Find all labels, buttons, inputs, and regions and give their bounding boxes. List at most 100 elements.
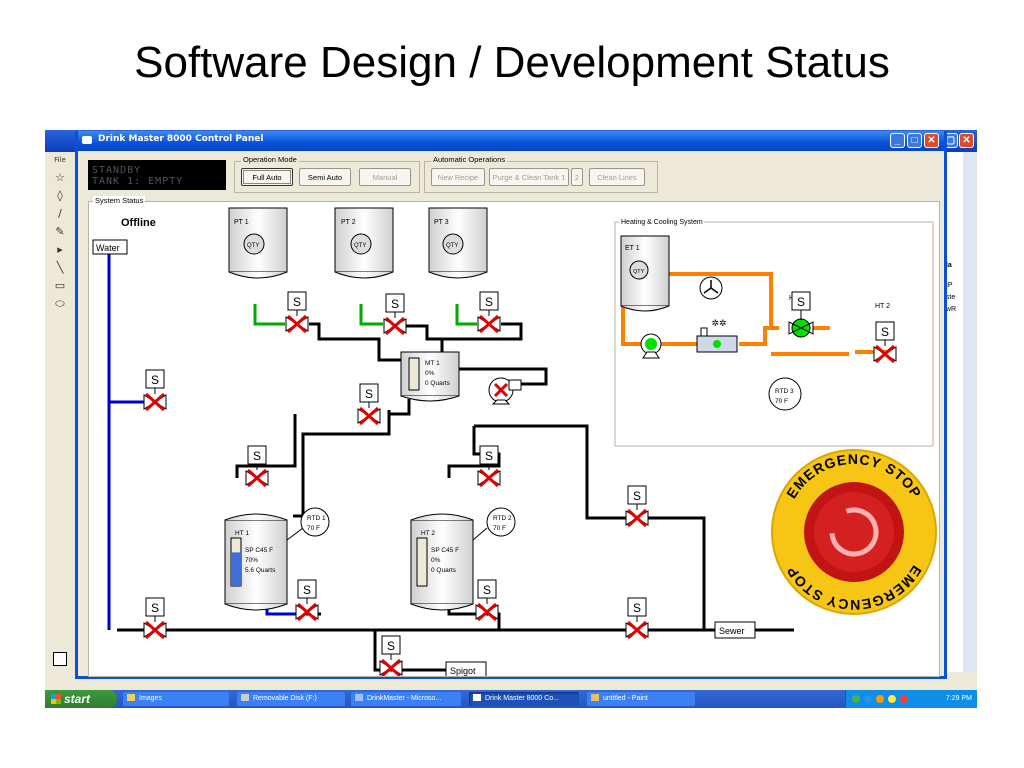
rtd1-sensor: RTD 1 70 F: [286, 507, 330, 541]
eyedropper-icon[interactable]: /: [53, 208, 67, 220]
mt1-quarts: 0 Quarts: [425, 380, 451, 387]
tank-pt3: PT 3 QTY: [428, 207, 488, 279]
rectangle-icon[interactable]: ▭: [53, 280, 67, 292]
clean-lines-button[interactable]: Clean Lines: [589, 168, 645, 186]
system-status-panel: System Status Heating & Cooling System P…: [88, 196, 940, 677]
ellipse-icon[interactable]: ⬭: [53, 298, 67, 310]
valve-s-label: S: [303, 583, 311, 597]
et1-qty: QTY: [633, 269, 645, 275]
rtd2-name: RTD 2: [493, 515, 512, 522]
emergency-stop-button[interactable]: EMERGENCY STOP EMERGENCY STOP: [771, 449, 937, 615]
sewer-label: Sewer: [719, 626, 745, 636]
paint-icon: [591, 694, 599, 701]
display-line-2: TANK 1: EMPTY: [92, 176, 184, 187]
bluetooth-icon[interactable]: [864, 695, 872, 703]
pipe-sewer-right: [647, 516, 706, 630]
task-drink-master-control[interactable]: Drink Master 8000 Co...: [469, 692, 579, 706]
valve-ht2-out[interactable]: S: [475, 579, 499, 622]
rtd1-temp: 70 F: [307, 525, 320, 532]
task-removable-disk[interactable]: Removable Disk (F:): [237, 692, 345, 706]
valve-mt1-in[interactable]: S: [357, 383, 381, 426]
window-icon: [473, 694, 481, 701]
valve-s-label: S: [293, 295, 301, 309]
display-line-1: STANDBY: [92, 165, 142, 176]
valve-s-label: S: [253, 449, 261, 463]
paint-scrollbar[interactable]: [963, 152, 977, 672]
security-icon[interactable]: [876, 695, 884, 703]
task-drinkmaster-vs[interactable]: DrinkMaster - Microso...: [351, 692, 461, 706]
mt1-pump: [488, 377, 522, 405]
maximize-button[interactable]: □: [907, 133, 922, 148]
line-icon[interactable]: ╲: [53, 262, 67, 274]
paint-file-menu[interactable]: File: [53, 154, 67, 166]
slide-title: Software Design / Development Status: [134, 38, 890, 87]
close-button[interactable]: ✕: [924, 133, 939, 148]
operation-mode-group: Operation Mode Full Auto Semi Auto Manua…: [234, 155, 420, 193]
ht1-quarts: 5.6 Quarts: [245, 567, 276, 574]
valve-pt1[interactable]: S: [285, 291, 309, 334]
valve-pt2[interactable]: S: [383, 293, 407, 336]
color-swatch-icon[interactable]: [53, 652, 67, 666]
alert-icon[interactable]: [900, 695, 908, 703]
feed-pt2: [359, 304, 383, 326]
eraser-icon[interactable]: ◊: [53, 190, 67, 202]
rtd2-temp: 70 F: [493, 525, 506, 532]
ht2-name: HT 2: [421, 530, 435, 537]
purge-clean-tank2-button[interactable]: 2: [571, 168, 583, 186]
water-inlet: Water: [92, 239, 128, 255]
purge-clean-tank1-button[interactable]: Purge & Clean Tank 1: [489, 168, 569, 186]
pt3-label: PT 3: [434, 219, 449, 226]
pt2-qty: QTY: [354, 243, 366, 249]
valve-spigot[interactable]: S: [379, 635, 403, 676]
minimize-button[interactable]: _: [890, 133, 905, 148]
automatic-operations-group: Automatic Operations New Recipe Purge & …: [424, 155, 658, 193]
ht1-level: 70%: [245, 557, 258, 564]
ht2-gauge: [416, 537, 428, 587]
valve-sewer-upper[interactable]: S: [625, 485, 649, 528]
app-icon: [355, 694, 363, 701]
start-label: start: [64, 692, 91, 706]
start-button[interactable]: start: [45, 690, 117, 708]
task-removable-disk-label: Removable Disk (F:): [253, 695, 317, 702]
volume-icon[interactable]: [888, 695, 896, 703]
task-drink-master-control-label: Drink Master 8000 Co...: [485, 695, 559, 702]
valve-bottom-right[interactable]: S: [625, 597, 649, 640]
task-paint[interactable]: untitled - Paint: [587, 692, 695, 706]
rtd3-name: RTD 3: [775, 388, 794, 395]
ht1-level-fill: [231, 552, 241, 586]
valve-s-label: S: [483, 583, 491, 597]
ht2-level: 0%: [431, 557, 441, 564]
hc-ht2-label: HT 2: [875, 303, 890, 310]
network-icon[interactable]: [852, 695, 860, 703]
valve-s-label: S: [881, 325, 889, 339]
tank-mt1: MT 1 0% 0 Quarts: [400, 351, 460, 402]
window-title: Drink Master 8000 Control Panel: [98, 134, 264, 144]
task-drinkmaster-vs-label: DrinkMaster - Microso...: [367, 695, 442, 702]
valve-pt3[interactable]: S: [477, 291, 501, 334]
select-icon[interactable]: ☆: [53, 172, 67, 184]
clock: 7:29 PM: [945, 695, 972, 702]
manual-button[interactable]: Manual: [359, 168, 411, 186]
mt1-name: MT 1: [425, 360, 440, 367]
tank-pt1: PT 1 QTY: [228, 207, 288, 279]
valve-water[interactable]: S: [143, 369, 167, 412]
full-auto-button[interactable]: Full Auto: [241, 168, 293, 186]
fill-icon[interactable]: ▸: [53, 244, 67, 256]
rtd3-temp: 70 F: [775, 398, 788, 405]
paint-close-button[interactable]: ✕: [959, 133, 974, 148]
sewer-outlet: Sewer: [714, 621, 756, 639]
pencil-icon[interactable]: ✎: [53, 226, 67, 238]
task-images[interactable]: Images: [123, 692, 229, 706]
semi-auto-button[interactable]: Semi Auto: [299, 168, 351, 186]
valve-ht1-out[interactable]: S: [295, 579, 319, 622]
snowflake-icon: ✲✲: [711, 318, 726, 328]
valve-s-label: S: [151, 601, 159, 615]
mt1-level: 0%: [425, 370, 435, 377]
status-display: STANDBY TANK 1: EMPTY: [88, 160, 226, 190]
new-recipe-button[interactable]: New Recipe: [431, 168, 485, 186]
valve-bottom-left[interactable]: S: [143, 597, 167, 640]
heating-cooling-label: Heating & Cooling System: [621, 219, 703, 226]
tank-ht2: HT 2 SP C45 F 0% 0 Quarts: [410, 513, 474, 611]
valve-s-label: S: [365, 387, 373, 401]
et1-label: ET 1: [625, 245, 640, 252]
